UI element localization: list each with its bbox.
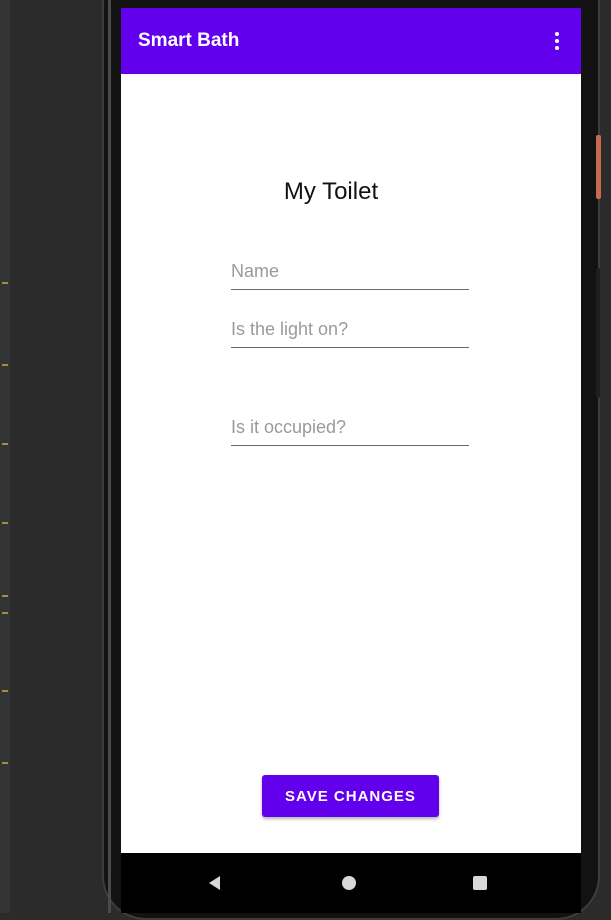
app-title: Smart Bath [138, 30, 240, 51]
gutter-marker [2, 522, 8, 524]
name-input[interactable] [231, 258, 469, 290]
gutter-marker [2, 690, 8, 692]
overflow-menu-icon[interactable] [545, 26, 569, 56]
gutter-marker [2, 595, 8, 597]
phone-screen: Smart Bath My Toilet SAVE CHANGES [121, 8, 581, 913]
save-changes-button[interactable]: SAVE CHANGES [262, 775, 439, 817]
page-title: My Toilet [283, 178, 379, 205]
volume-button[interactable] [596, 268, 600, 398]
back-icon[interactable] [209, 876, 220, 890]
occupied-input[interactable] [231, 414, 469, 446]
power-button[interactable] [596, 135, 601, 199]
phone-bezel-edge [108, 0, 111, 913]
light-on-input[interactable] [231, 316, 469, 348]
home-icon[interactable] [342, 876, 356, 890]
gutter-marker [2, 282, 8, 284]
gutter-marker [2, 443, 8, 445]
recents-icon[interactable] [473, 876, 487, 890]
gutter-marker [2, 364, 8, 366]
ide-gutter [0, 0, 10, 913]
navigation-bar [121, 853, 581, 913]
app-bar: Smart Bath [121, 8, 581, 74]
gutter-marker [2, 762, 8, 764]
gutter-marker [2, 612, 8, 614]
